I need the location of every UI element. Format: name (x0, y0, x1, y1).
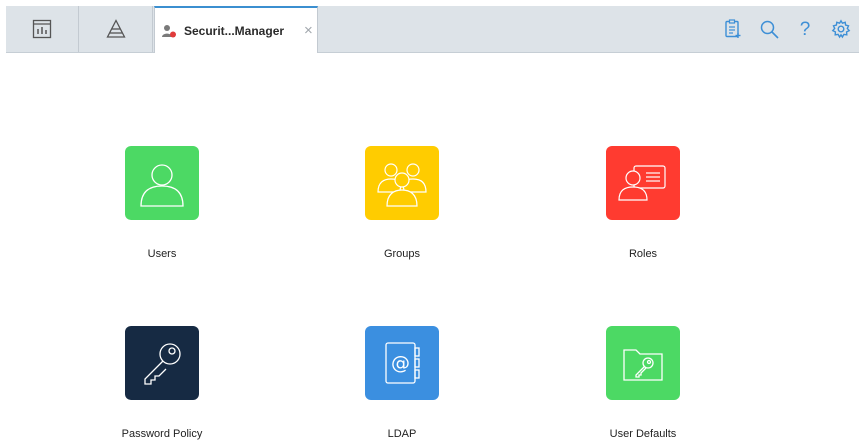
user-defaults-label: User Defaults (609, 428, 677, 440)
help-icon: ? (799, 18, 811, 40)
password-policy-tile-box[interactable] (125, 326, 199, 400)
key-icon (144, 343, 181, 385)
gear-icon (831, 19, 851, 39)
groups-label: Groups (383, 248, 421, 260)
groups-tile[interactable]: Groups (302, 146, 502, 260)
ldap-label: LDAP (387, 428, 417, 440)
top-tab-bar: Securit...Manager × ? (6, 6, 859, 53)
tab-security-manager[interactable]: Securit...Manager × (154, 6, 318, 53)
ldap-tile-box[interactable]: @ (365, 326, 439, 400)
user-defaults-tile[interactable]: User Defaults (543, 326, 743, 440)
users-tile[interactable]: Users (62, 146, 262, 260)
clipboard-button[interactable] (715, 19, 751, 39)
roles-label: Roles (628, 248, 658, 260)
group-icon (377, 163, 427, 207)
users-label: Users (147, 248, 177, 260)
security-user-icon (161, 23, 177, 39)
password-policy-tile[interactable]: Password Policy (62, 326, 262, 440)
user-icon (140, 164, 184, 207)
help-button[interactable]: ? (787, 20, 823, 39)
address-book-icon: @ (385, 342, 420, 384)
dashboard-tab[interactable] (6, 6, 79, 52)
folder-key-icon (623, 349, 663, 381)
role-card-icon (618, 165, 666, 201)
ldap-tile[interactable]: @ LDAP (302, 326, 502, 440)
toolbar-icons: ? (715, 6, 859, 52)
roles-tile[interactable]: Roles (543, 146, 743, 260)
roles-tile-box[interactable] (606, 146, 680, 220)
pyramid-icon (105, 19, 126, 38)
dashboard-icon (32, 19, 52, 39)
search-icon (760, 20, 779, 39)
clipboard-list-icon (725, 19, 741, 38)
asset-hierarchy-tab[interactable] (79, 6, 153, 52)
groups-tile-box[interactable] (365, 146, 439, 220)
users-tile-box[interactable] (125, 146, 199, 220)
password-policy-label: Password Policy (121, 428, 203, 440)
user-defaults-tile-box[interactable] (606, 326, 680, 400)
settings-button[interactable] (823, 19, 859, 39)
close-tab-icon[interactable]: × (304, 23, 313, 38)
tab-label: Securit...Manager (184, 23, 285, 38)
svg-text:@: @ (391, 352, 410, 374)
search-button[interactable] (751, 20, 787, 39)
